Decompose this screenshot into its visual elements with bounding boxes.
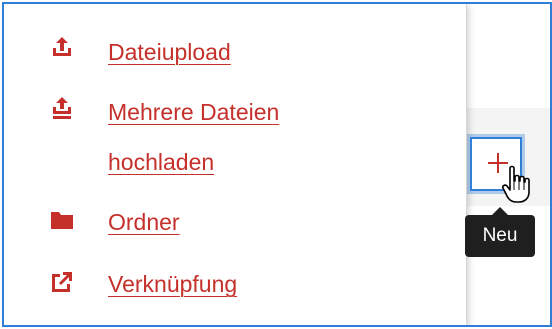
upload-multiple-icon xyxy=(53,97,71,119)
menu-item-label: Dateiupload xyxy=(108,39,231,65)
folder-icon xyxy=(51,212,73,229)
menu-item-upload-multiple[interactable]: Mehrere Dateien hochladen xyxy=(4,94,466,184)
menu-item-label: Ordner xyxy=(108,209,180,235)
menu-item-shortcut[interactable]: Verknüpfung xyxy=(4,266,466,306)
tooltip-text: Neu xyxy=(482,225,518,246)
external-link-icon xyxy=(52,272,72,292)
tooltip: Neu xyxy=(465,215,535,257)
menu-item-folder[interactable]: Ordner xyxy=(4,204,466,244)
hand-cursor-icon xyxy=(502,165,530,203)
new-item-dropdown-menu: Dateiupload Mehrere Dateien hochladen Or… xyxy=(4,4,467,325)
upload-icon xyxy=(53,37,71,56)
menu-item-label: Verknüpfung xyxy=(108,271,238,297)
menu-item-file-upload[interactable]: Dateiupload xyxy=(4,34,466,74)
tooltip-arrow xyxy=(492,207,508,215)
menu-item-label-line1: Mehrere Dateien xyxy=(108,99,280,125)
menu-item-label-line2: hochladen xyxy=(108,149,215,175)
window-frame: Dateiupload Mehrere Dateien hochladen Or… xyxy=(2,2,552,327)
